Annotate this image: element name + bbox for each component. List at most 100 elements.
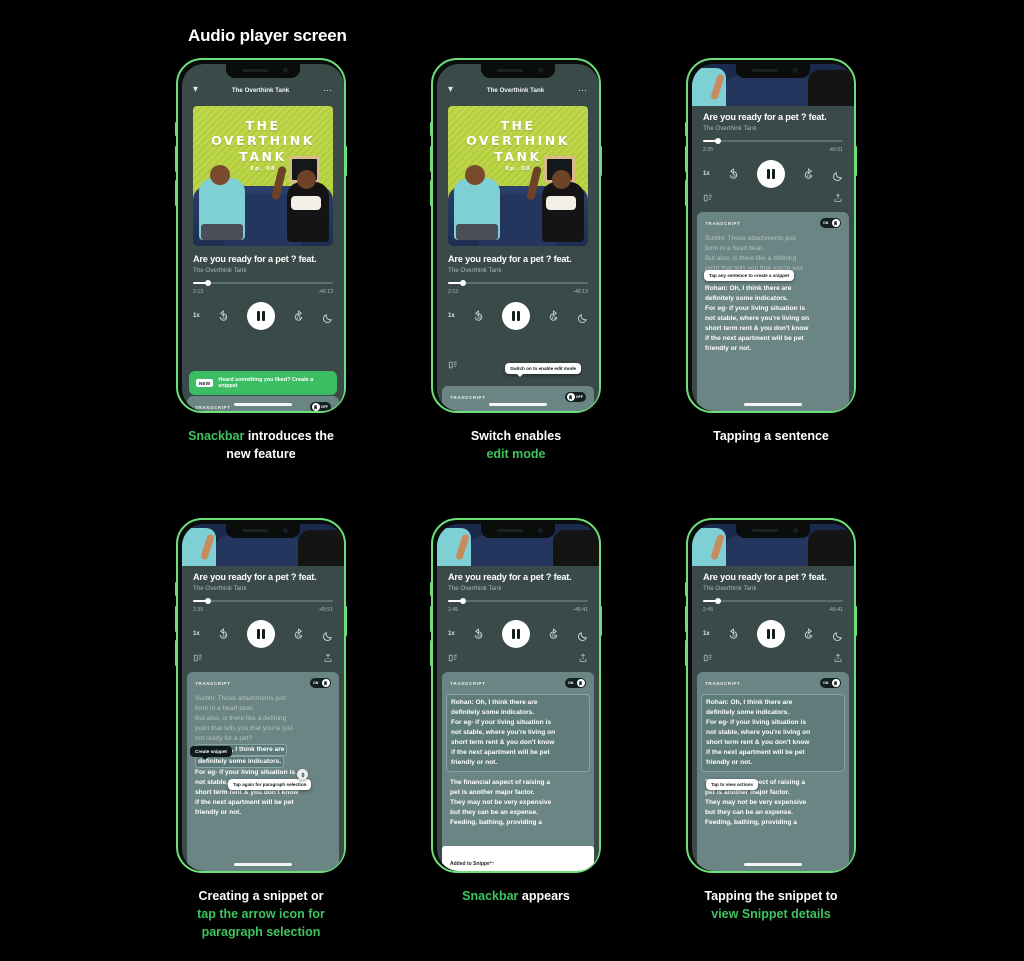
phone-volume-down[interactable] <box>685 640 687 666</box>
forward-15-icon[interactable]: 15 <box>292 627 305 641</box>
progress-bar[interactable] <box>448 598 588 604</box>
phone-volume-up[interactable] <box>685 146 687 172</box>
chevron-down-icon[interactable]: ▾ <box>448 85 453 95</box>
phone-power-button[interactable] <box>855 146 857 176</box>
transcript-paragraph-1[interactable]: Surbhi: Those attachments just form in a… <box>195 694 331 744</box>
home-indicator[interactable] <box>234 403 292 406</box>
play-pause-button[interactable] <box>756 160 785 188</box>
speed-button[interactable]: 1x <box>193 313 200 319</box>
share-icon[interactable] <box>833 190 843 202</box>
phone-mute-switch[interactable] <box>685 122 687 136</box>
phone-volume-down[interactable] <box>175 180 177 206</box>
phone-volume-down[interactable] <box>175 640 177 666</box>
play-pause-button[interactable] <box>501 302 530 330</box>
forward-15-icon[interactable]: 15 <box>547 309 560 323</box>
transcript-line-selected[interactable]: definitely some indicators. <box>195 756 331 769</box>
progress-knob[interactable] <box>715 598 722 604</box>
transcript-paragraph-2[interactable]: Rohan: Oh, I think there are definitely … <box>705 284 841 354</box>
sleep-timer-icon[interactable] <box>577 311 588 323</box>
phone-volume-down[interactable] <box>685 180 687 206</box>
phone-volume-up[interactable] <box>175 146 177 172</box>
phone-power-button[interactable] <box>345 606 347 636</box>
transcript-paragraph-snippet[interactable]: Rohan: Oh, I think there are definitely … <box>701 694 845 773</box>
edit-mode-toggle[interactable]: ON <box>820 678 841 688</box>
progress-knob[interactable] <box>460 280 467 286</box>
speed-button[interactable]: 1x <box>193 631 200 637</box>
sleep-timer-icon[interactable] <box>577 629 588 641</box>
speed-button[interactable]: 1x <box>448 313 455 319</box>
home-indicator[interactable] <box>489 863 547 866</box>
progress-knob[interactable] <box>460 598 467 604</box>
phone-volume-up[interactable] <box>175 606 177 632</box>
forward-15-icon[interactable]: 15 <box>802 627 815 641</box>
home-indicator[interactable] <box>744 403 802 406</box>
phone-power-button[interactable] <box>345 146 347 176</box>
phone-power-button[interactable] <box>600 146 602 176</box>
edit-mode-toggle[interactable]: OFF <box>565 392 586 402</box>
share-icon[interactable] <box>833 650 843 662</box>
phone-mute-switch[interactable] <box>430 122 432 136</box>
rewind-15-icon[interactable]: 15 <box>217 627 230 641</box>
chapters-icon[interactable] <box>448 650 458 662</box>
home-indicator[interactable] <box>234 863 292 866</box>
progress-bar[interactable] <box>703 598 843 604</box>
home-indicator[interactable] <box>489 403 547 406</box>
progress-knob[interactable] <box>205 280 212 286</box>
play-pause-button[interactable] <box>756 620 785 648</box>
rewind-15-icon[interactable]: 15 <box>217 309 230 323</box>
progress-bar[interactable] <box>448 280 588 286</box>
rewind-15-icon[interactable]: 15 <box>727 167 740 181</box>
phone-mute-switch[interactable] <box>685 582 687 596</box>
phone-mute-switch[interactable] <box>175 122 177 136</box>
edit-mode-toggle[interactable]: ON <box>565 678 586 688</box>
progress-bar[interactable] <box>703 138 843 144</box>
progress-bar[interactable] <box>193 598 333 604</box>
overflow-menu-icon[interactable]: ⋯ <box>323 85 333 95</box>
chapters-icon[interactable] <box>703 190 713 202</box>
rewind-15-icon[interactable]: 15 <box>472 627 485 641</box>
phone-power-button[interactable] <box>600 606 602 636</box>
play-pause-button[interactable] <box>246 620 275 648</box>
chevron-down-icon[interactable]: ▾ <box>193 85 198 95</box>
play-pause-button[interactable] <box>246 302 275 330</box>
phone-volume-up[interactable] <box>685 606 687 632</box>
home-indicator[interactable] <box>744 863 802 866</box>
phone-volume-up[interactable] <box>430 606 432 632</box>
forward-15-icon[interactable]: 15 <box>802 167 815 181</box>
forward-15-icon[interactable]: 15 <box>547 627 560 641</box>
snackbar-new-feature[interactable]: NEW Heard something you liked? Create a … <box>189 371 337 395</box>
share-icon[interactable] <box>323 650 333 662</box>
rewind-15-icon[interactable]: 15 <box>727 627 740 641</box>
phone-volume-down[interactable] <box>430 180 432 206</box>
chapters-icon[interactable] <box>448 357 458 369</box>
chapters-icon[interactable] <box>703 650 713 662</box>
phone-mute-switch[interactable] <box>175 582 177 596</box>
edit-mode-toggle[interactable]: ON <box>310 678 331 688</box>
play-pause-button[interactable] <box>501 620 530 648</box>
phone-volume-down[interactable] <box>430 640 432 666</box>
forward-15-icon[interactable]: 15 <box>292 309 305 323</box>
speed-button[interactable]: 1x <box>703 171 710 177</box>
sleep-timer-icon[interactable] <box>322 629 333 641</box>
sleep-timer-icon[interactable] <box>832 629 843 641</box>
chapters-icon[interactable] <box>193 650 203 662</box>
share-icon[interactable] <box>578 650 588 662</box>
paragraph-selection-arrow-icon[interactable] <box>297 769 308 780</box>
progress-knob[interactable] <box>715 138 722 144</box>
phone-volume-up[interactable] <box>430 146 432 172</box>
snackbar-added-to-snippets[interactable]: Added to Snippets. <box>442 846 594 871</box>
phone-power-button[interactable] <box>855 606 857 636</box>
transcript-paragraph-selected[interactable]: Rohan: Oh, I think there are definitely … <box>446 694 590 773</box>
sleep-timer-icon[interactable] <box>832 169 843 181</box>
edit-mode-toggle[interactable]: OFF <box>310 402 331 411</box>
progress-knob[interactable] <box>205 598 212 604</box>
progress-bar[interactable] <box>193 280 333 286</box>
phone-mute-switch[interactable] <box>430 582 432 596</box>
sleep-timer-icon[interactable] <box>322 311 333 323</box>
overflow-menu-icon[interactable]: ⋯ <box>578 85 588 95</box>
speed-button[interactable]: 1x <box>448 631 455 637</box>
rewind-15-icon[interactable]: 15 <box>472 309 485 323</box>
transcript-paragraph-3[interactable]: The financial aspect of raising a pet is… <box>450 778 586 828</box>
edit-mode-toggle[interactable]: ON <box>820 218 841 228</box>
speed-button[interactable]: 1x <box>703 631 710 637</box>
